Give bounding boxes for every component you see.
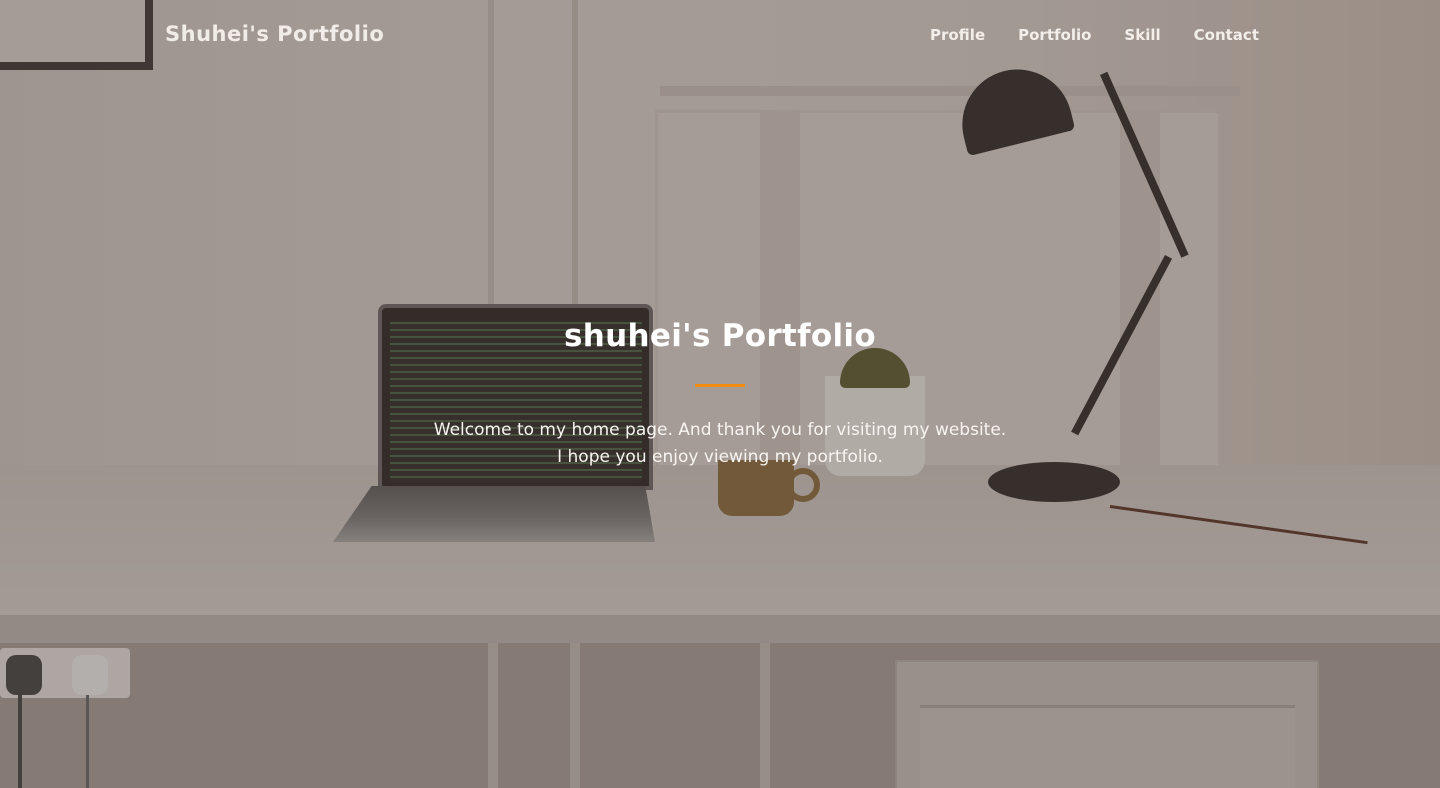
- hero-section: Shuhei's Portfolio Profile Portfolio Ski…: [0, 0, 1440, 788]
- hero-welcome-text: Welcome to my home page. And thank you f…: [433, 420, 1007, 440]
- brand-logo-link[interactable]: Shuhei's Portfolio: [165, 22, 384, 46]
- main-nav: Profile Portfolio Skill Contact: [930, 26, 1259, 44]
- nav-link-contact[interactable]: Contact: [1194, 26, 1259, 44]
- nav-link-profile[interactable]: Profile: [930, 26, 985, 44]
- accent-divider: [695, 384, 745, 387]
- site-header: Shuhei's Portfolio Profile Portfolio Ski…: [0, 0, 1440, 72]
- hero-title: shuhei's Portfolio: [564, 318, 876, 354]
- hero-subtext: I hope you enjoy viewing my portfolio.: [557, 447, 883, 467]
- nav-link-portfolio[interactable]: Portfolio: [1018, 26, 1091, 44]
- nav-link-skill[interactable]: Skill: [1124, 26, 1160, 44]
- hero-content: shuhei's Portfolio Welcome to my home pa…: [0, 318, 1440, 471]
